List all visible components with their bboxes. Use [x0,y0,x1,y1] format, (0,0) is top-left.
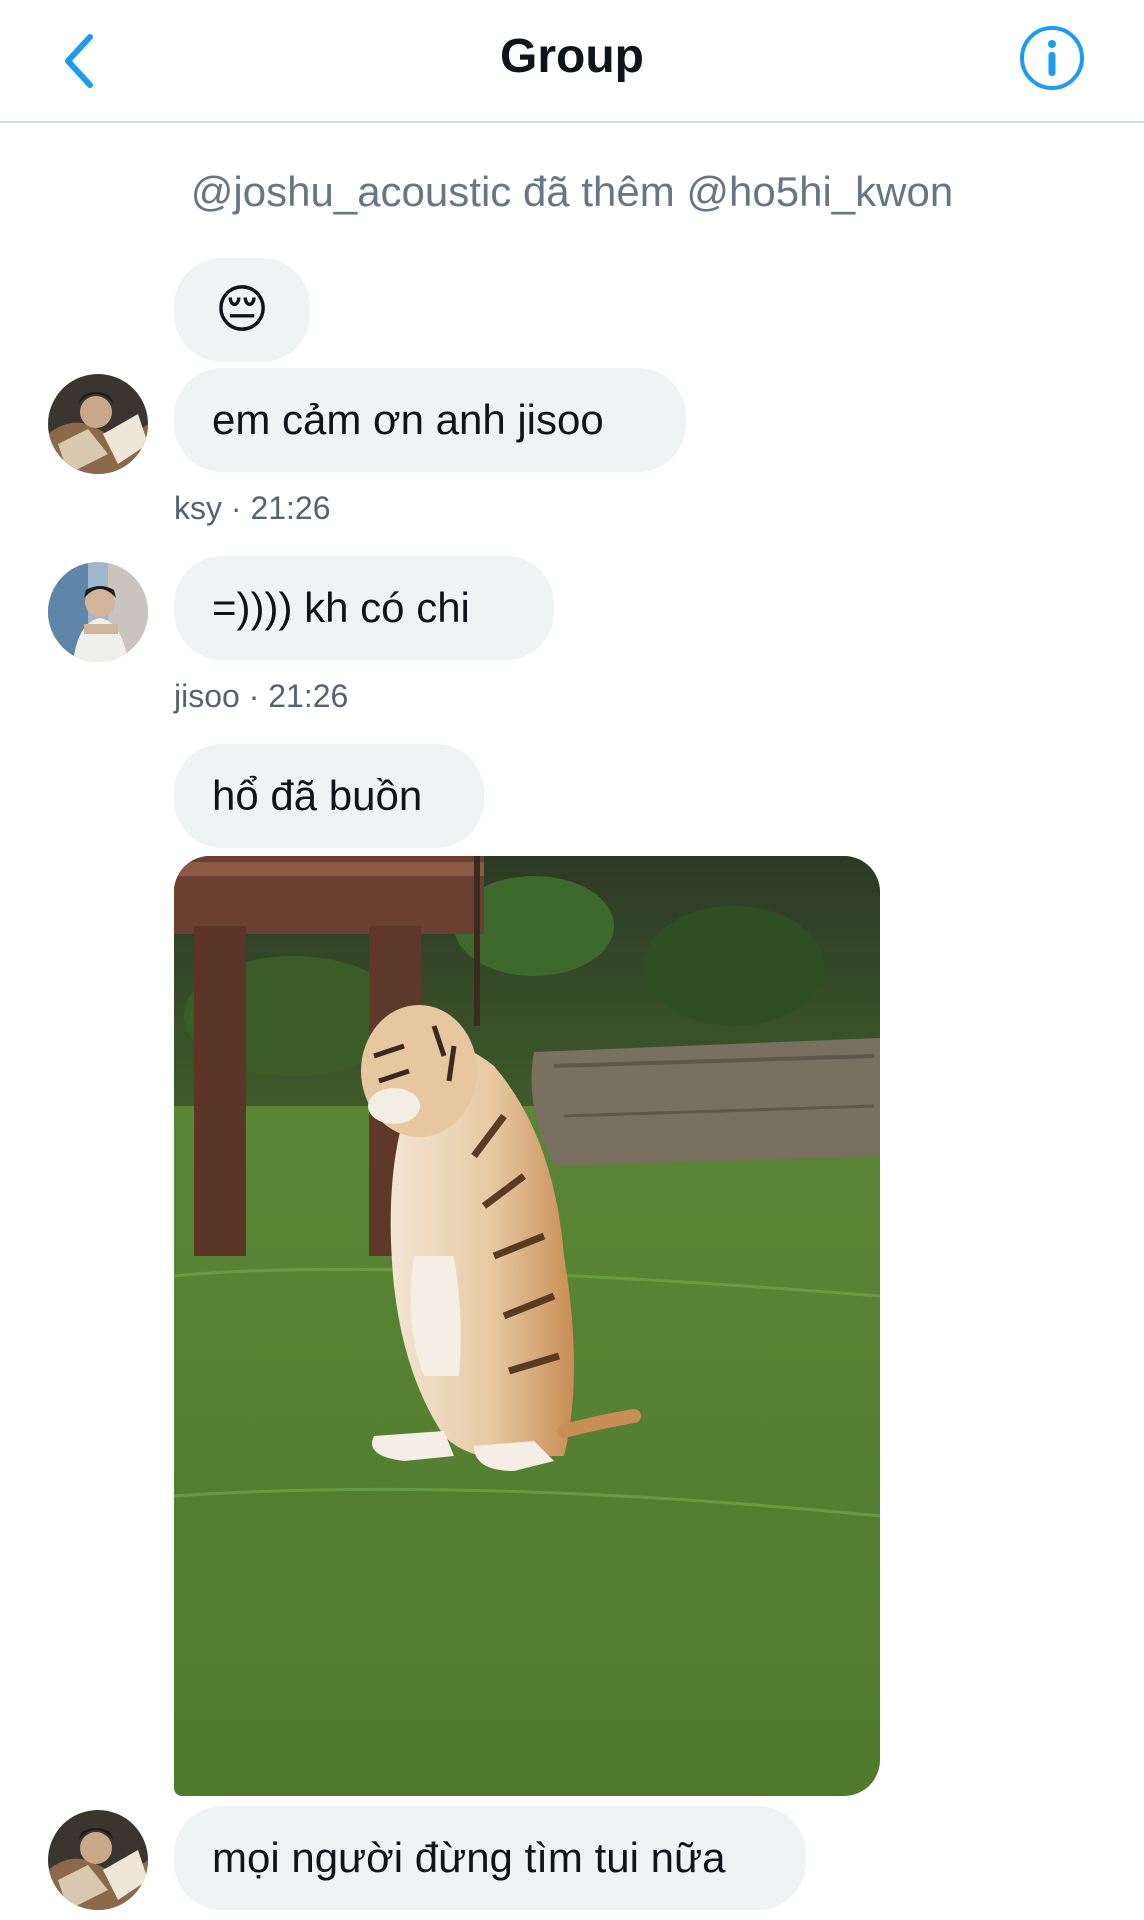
emoji-pensive: 😔 [214,281,270,339]
message-meta: jisoo · 21:26 [174,678,349,714]
avatar[interactable] [48,374,148,474]
message-bubble[interactable]: 😔 [174,258,310,362]
system-message: @joshu_acoustic đã thêm @ho5hi_kwon [190,168,954,215]
conversation-title: Group [500,30,644,83]
info-icon [1020,26,1084,90]
message-text: em cảm ơn anh jisoo [212,396,604,443]
avatar[interactable] [48,1810,148,1910]
avatar[interactable] [48,562,148,662]
message-bubble[interactable]: hổ đã buồn [174,744,484,848]
message-text: mọi người đừng tìm tui nữa [212,1834,726,1881]
message-text: hổ đã buồn [212,772,423,819]
message-bubble[interactable]: em cảm ơn anh jisoo [174,368,686,472]
message-text: =)))) kh có chi [212,584,470,631]
message-bubble[interactable]: =)))) kh có chi [174,556,554,660]
conversation-header: Group [0,0,1144,123]
message-bubble[interactable]: mọi người đừng tìm tui nữa [174,1806,806,1910]
info-button[interactable] [1012,18,1092,98]
message-meta: ksy · 21:26 [174,490,331,526]
tiger-photo[interactable] [174,856,880,1796]
